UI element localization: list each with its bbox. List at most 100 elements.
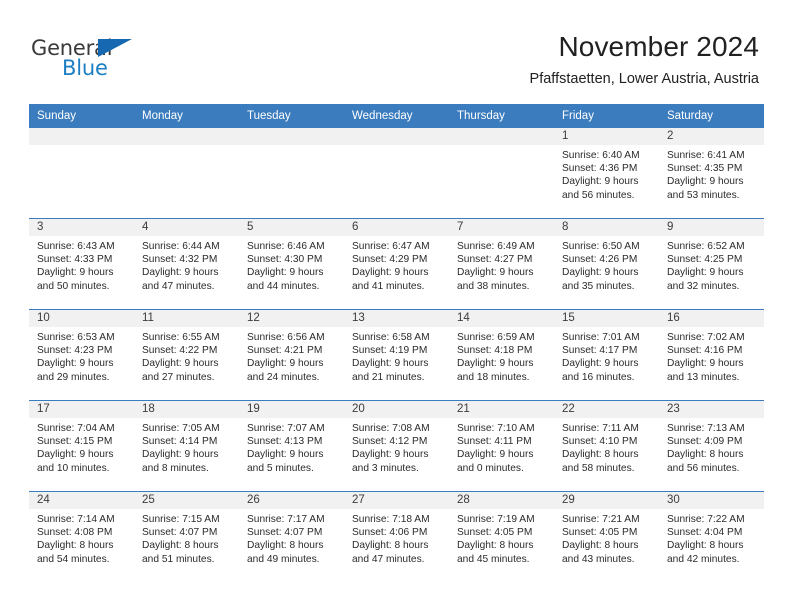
day-detail-line: and 50 minutes. bbox=[37, 280, 110, 292]
day-number: 4 bbox=[134, 219, 239, 236]
day-detail-line: Daylight: 8 hours bbox=[562, 540, 639, 552]
day-detail-line: Sunrise: 6:58 AM bbox=[352, 332, 430, 343]
day-detail-line: Sunset: 4:25 PM bbox=[667, 254, 743, 266]
calendar-day-cell[interactable]: 1 Sunrise: 6:40 AM Sunset: 4:36 PM Daylight… bbox=[554, 128, 659, 218]
calendar-day-cell[interactable]: 28 Sunrise: 7:19 AM Sunset: 4:05 PM Dayligh… bbox=[449, 492, 554, 582]
day-detail-line: Sunrise: 7:15 AM bbox=[142, 514, 220, 525]
day-number: 3 bbox=[29, 219, 134, 236]
day-number: 21 bbox=[449, 401, 554, 418]
calendar-day-cell[interactable]: 20 Sunrise: 7:08 AM Sunset: 4:12 PM Dayligh… bbox=[344, 401, 449, 491]
day-number: 29 bbox=[554, 492, 659, 509]
day-detail-line: and 3 minutes. bbox=[352, 462, 419, 474]
calendar-day-cell[interactable]: 23 Sunrise: 7:13 AM Sunset: 4:09 PM Dayligh… bbox=[659, 401, 764, 491]
day-details: Sunrise: 6:56 AM Sunset: 4:21 PM Daylight:… bbox=[239, 327, 344, 384]
calendar-cell: 1 Sunrise: 6:40 AM Sunset: 4:36 PM Daylight… bbox=[554, 128, 659, 219]
calendar-cell: 27 Sunrise: 7:18 AM Sunset: 4:06 PM Dayligh… bbox=[344, 491, 449, 582]
day-detail-line: Sunrise: 7:08 AM bbox=[352, 423, 430, 434]
day-detail-line: Daylight: 9 hours bbox=[562, 267, 639, 279]
day-detail-line: and 32 minutes. bbox=[667, 280, 740, 292]
calendar-day-cell[interactable]: 18 Sunrise: 7:05 AM Sunset: 4:14 PM Dayligh… bbox=[134, 401, 239, 491]
day-detail-line: and 54 minutes. bbox=[37, 553, 110, 565]
day-detail-line: Sunset: 4:23 PM bbox=[37, 345, 113, 357]
brand-logo[interactable]: General Blue bbox=[31, 36, 191, 84]
page-subtitle: Pfaffstaetten, Lower Austria, Austria bbox=[529, 71, 759, 87]
calendar-cell: 30 Sunrise: 7:22 AM Sunset: 4:04 PM Dayligh… bbox=[659, 491, 764, 582]
calendar-day-cell[interactable]: 14 Sunrise: 6:59 AM Sunset: 4:18 PM Dayligh… bbox=[449, 310, 554, 400]
calendar-cell: 22 Sunrise: 7:11 AM Sunset: 4:10 PM Dayligh… bbox=[554, 400, 659, 492]
day-detail-line: Sunset: 4:22 PM bbox=[142, 345, 218, 357]
calendar-week-row: 10 Sunrise: 6:53 AM Sunset: 4:23 PM Dayligh… bbox=[29, 309, 764, 401]
day-detail-line: Sunset: 4:17 PM bbox=[562, 345, 638, 357]
calendar-day-cell[interactable]: 30 Sunrise: 7:22 AM Sunset: 4:04 PM Dayligh… bbox=[659, 492, 764, 582]
calendar-cell: 9 Sunrise: 6:52 AM Sunset: 4:25 PM Daylight… bbox=[659, 218, 764, 310]
calendar-day-cell[interactable]: 27 Sunrise: 7:18 AM Sunset: 4:06 PM Dayligh… bbox=[344, 492, 449, 582]
day-detail-line: and 29 minutes. bbox=[37, 371, 110, 383]
calendar-day-cell-empty bbox=[344, 128, 449, 218]
day-detail-line: and 0 minutes. bbox=[457, 462, 524, 474]
day-detail-line: and 56 minutes. bbox=[562, 189, 635, 201]
calendar-day-cell[interactable]: 8 Sunrise: 6:50 AM Sunset: 4:26 PM Daylight… bbox=[554, 219, 659, 309]
weekday-header-sunday: Sunday bbox=[29, 104, 134, 128]
day-detail-line: Daylight: 8 hours bbox=[142, 540, 219, 552]
day-details: Sunrise: 7:02 AM Sunset: 4:16 PM Daylight:… bbox=[659, 327, 764, 384]
day-details: Sunrise: 7:22 AM Sunset: 4:04 PM Daylight:… bbox=[659, 509, 764, 566]
day-detail-line: Sunrise: 7:07 AM bbox=[247, 423, 325, 434]
day-details: Sunrise: 6:58 AM Sunset: 4:19 PM Daylight:… bbox=[344, 327, 449, 384]
calendar-day-cell[interactable]: 25 Sunrise: 7:15 AM Sunset: 4:07 PM Dayligh… bbox=[134, 492, 239, 582]
day-number: 27 bbox=[344, 492, 449, 509]
day-detail-line: and 51 minutes. bbox=[142, 553, 215, 565]
day-detail-line: Sunrise: 7:04 AM bbox=[37, 423, 115, 434]
day-number: 19 bbox=[239, 401, 344, 418]
calendar-cell: 20 Sunrise: 7:08 AM Sunset: 4:12 PM Dayligh… bbox=[344, 400, 449, 492]
calendar-day-cell[interactable]: 10 Sunrise: 6:53 AM Sunset: 4:23 PM Dayligh… bbox=[29, 310, 134, 400]
calendar-day-cell[interactable]: 22 Sunrise: 7:11 AM Sunset: 4:10 PM Dayligh… bbox=[554, 401, 659, 491]
calendar-header-row: Sunday Monday Tuesday Wednesday Thursday… bbox=[29, 104, 764, 128]
calendar-day-cell[interactable]: 5 Sunrise: 6:46 AM Sunset: 4:30 PM Daylight… bbox=[239, 219, 344, 309]
calendar-day-cell[interactable]: 29 Sunrise: 7:21 AM Sunset: 4:05 PM Dayligh… bbox=[554, 492, 659, 582]
calendar-day-cell[interactable]: 24 Sunrise: 7:14 AM Sunset: 4:08 PM Dayligh… bbox=[29, 492, 134, 582]
calendar-day-cell[interactable]: 12 Sunrise: 6:56 AM Sunset: 4:21 PM Dayligh… bbox=[239, 310, 344, 400]
day-detail-line: Sunset: 4:33 PM bbox=[37, 254, 113, 266]
calendar-day-cell[interactable]: 9 Sunrise: 6:52 AM Sunset: 4:25 PM Daylight… bbox=[659, 219, 764, 309]
day-details: Sunrise: 6:46 AM Sunset: 4:30 PM Daylight:… bbox=[239, 236, 344, 293]
calendar-day-cell[interactable]: 2 Sunrise: 6:41 AM Sunset: 4:35 PM Daylight… bbox=[659, 128, 764, 218]
day-number: 17 bbox=[29, 401, 134, 418]
day-details bbox=[239, 145, 344, 149]
day-details: Sunrise: 7:13 AM Sunset: 4:09 PM Daylight:… bbox=[659, 418, 764, 475]
calendar-day-cell[interactable]: 6 Sunrise: 6:47 AM Sunset: 4:29 PM Daylight… bbox=[344, 219, 449, 309]
day-number bbox=[344, 128, 449, 145]
calendar-day-cell[interactable]: 15 Sunrise: 7:01 AM Sunset: 4:17 PM Dayligh… bbox=[554, 310, 659, 400]
calendar-day-cell[interactable]: 16 Sunrise: 7:02 AM Sunset: 4:16 PM Dayligh… bbox=[659, 310, 764, 400]
day-detail-line: Daylight: 9 hours bbox=[37, 449, 114, 461]
day-details: Sunrise: 7:18 AM Sunset: 4:06 PM Daylight:… bbox=[344, 509, 449, 566]
calendar-day-cell[interactable]: 11 Sunrise: 6:55 AM Sunset: 4:22 PM Dayligh… bbox=[134, 310, 239, 400]
day-detail-line: Daylight: 9 hours bbox=[667, 358, 744, 370]
calendar-day-cell-empty bbox=[449, 128, 554, 218]
calendar-cell: 11 Sunrise: 6:55 AM Sunset: 4:22 PM Dayligh… bbox=[134, 309, 239, 401]
day-detail-line: Sunset: 4:30 PM bbox=[247, 254, 323, 266]
calendar-day-cell[interactable]: 21 Sunrise: 7:10 AM Sunset: 4:11 PM Dayligh… bbox=[449, 401, 554, 491]
day-detail-line: Sunrise: 6:56 AM bbox=[247, 332, 325, 343]
day-detail-line: Sunset: 4:15 PM bbox=[37, 436, 113, 448]
day-detail-line: Sunrise: 6:52 AM bbox=[667, 241, 745, 252]
day-detail-line: Sunrise: 7:13 AM bbox=[667, 423, 745, 434]
weekday-header-row: Sunday Monday Tuesday Wednesday Thursday… bbox=[29, 104, 764, 128]
weekday-header-saturday: Saturday bbox=[659, 104, 764, 128]
calendar-day-cell[interactable]: 7 Sunrise: 6:49 AM Sunset: 4:27 PM Daylight… bbox=[449, 219, 554, 309]
calendar-day-cell[interactable]: 17 Sunrise: 7:04 AM Sunset: 4:15 PM Dayligh… bbox=[29, 401, 134, 491]
calendar-cell bbox=[239, 128, 344, 219]
calendar-day-cell[interactable]: 3 Sunrise: 6:43 AM Sunset: 4:33 PM Daylight… bbox=[29, 219, 134, 309]
calendar-day-cell[interactable]: 19 Sunrise: 7:07 AM Sunset: 4:13 PM Dayligh… bbox=[239, 401, 344, 491]
calendar-day-cell-empty bbox=[29, 128, 134, 218]
calendar-cell bbox=[134, 128, 239, 219]
day-details: Sunrise: 6:50 AM Sunset: 4:26 PM Daylight:… bbox=[554, 236, 659, 293]
calendar-cell: 18 Sunrise: 7:05 AM Sunset: 4:14 PM Dayligh… bbox=[134, 400, 239, 492]
day-detail-line: and 42 minutes. bbox=[667, 553, 740, 565]
day-detail-line: Sunset: 4:27 PM bbox=[457, 254, 533, 266]
calendar-day-cell[interactable]: 13 Sunrise: 6:58 AM Sunset: 4:19 PM Dayligh… bbox=[344, 310, 449, 400]
day-detail-line: Daylight: 9 hours bbox=[247, 267, 324, 279]
day-detail-line: and 27 minutes. bbox=[142, 371, 215, 383]
day-detail-line: Sunset: 4:08 PM bbox=[37, 527, 113, 539]
calendar-day-cell[interactable]: 26 Sunrise: 7:17 AM Sunset: 4:07 PM Dayligh… bbox=[239, 492, 344, 582]
calendar-day-cell[interactable]: 4 Sunrise: 6:44 AM Sunset: 4:32 PM Daylight… bbox=[134, 219, 239, 309]
